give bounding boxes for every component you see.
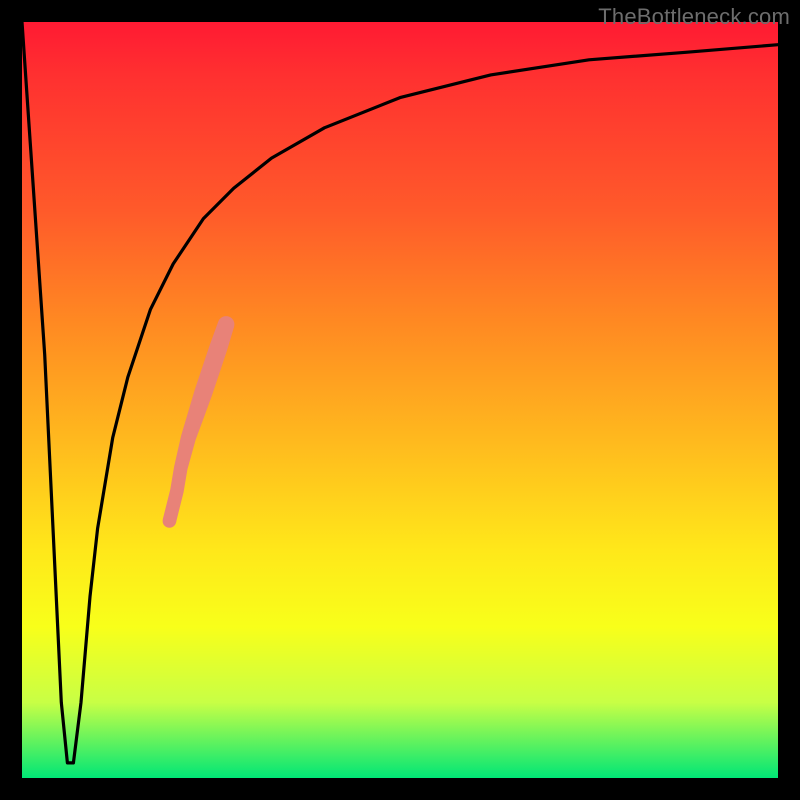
highlight-small-dot	[175, 462, 186, 473]
highlight-small-dot	[171, 485, 182, 496]
highlight-small-dot	[164, 515, 175, 526]
bottleneck-curve	[22, 22, 778, 763]
curve-layer	[22, 22, 778, 778]
chart-container: TheBottleneck.com	[0, 0, 800, 800]
highlight-dot	[218, 316, 235, 333]
highlight-markers	[163, 316, 235, 528]
